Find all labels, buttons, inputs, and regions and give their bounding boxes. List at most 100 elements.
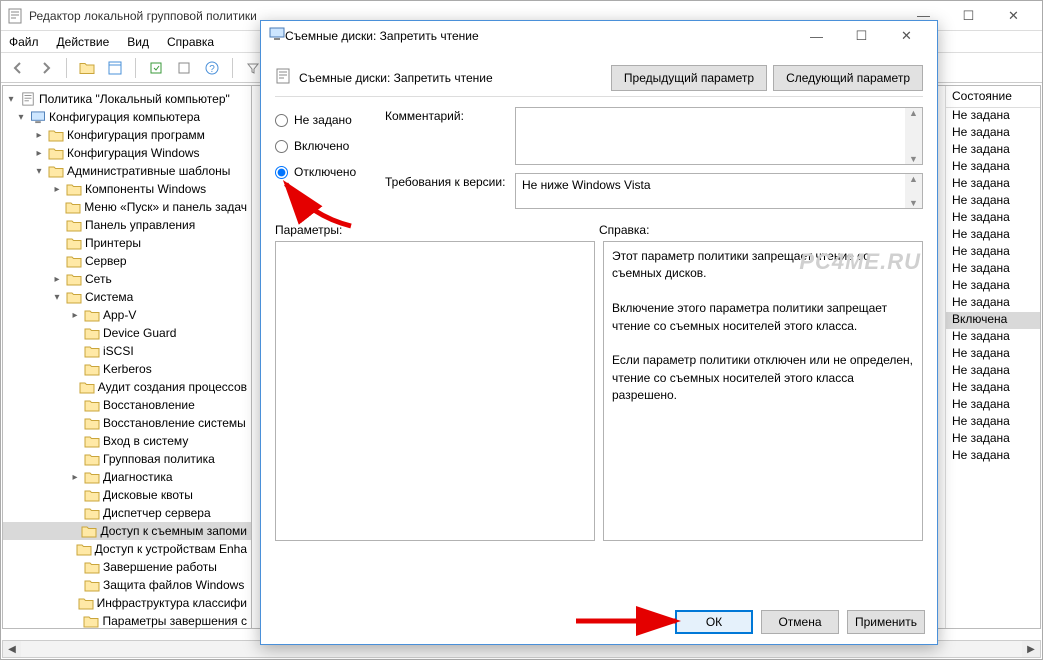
- tree-twist-icon[interactable]: ▾: [33, 166, 45, 177]
- state-column-header[interactable]: Состояние: [946, 86, 1040, 108]
- scroll-left-button[interactable]: ◀: [3, 641, 21, 657]
- parameters-box[interactable]: [275, 241, 595, 541]
- tree-item[interactable]: ▸ Сеть: [3, 270, 251, 288]
- tree-item[interactable]: ▸Конфигурация Windows: [3, 144, 251, 162]
- tree-twist-icon[interactable]: ▸: [51, 184, 63, 195]
- tree-twist-icon[interactable]: ▾: [51, 292, 63, 303]
- state-value[interactable]: Не задана: [946, 329, 1040, 346]
- ok-button[interactable]: ОК: [675, 610, 753, 634]
- state-value[interactable]: Не задана: [946, 244, 1040, 261]
- state-value[interactable]: Не задана: [946, 414, 1040, 431]
- state-value[interactable]: Не задана: [946, 193, 1040, 210]
- tree-item[interactable]: Дисковые квоты: [3, 486, 251, 504]
- tree-twist-icon[interactable]: ▸: [69, 310, 81, 321]
- requirements-textarea[interactable]: Не ниже Windows Vista ▲▼: [515, 173, 923, 209]
- state-value[interactable]: Не задана: [946, 159, 1040, 176]
- menu-view[interactable]: Вид: [127, 35, 149, 49]
- dialog-minimize-button[interactable]: —: [794, 22, 839, 50]
- toolbar-forward-button[interactable]: [35, 57, 57, 79]
- state-value[interactable]: Не задана: [946, 363, 1040, 380]
- tree-item[interactable]: Панель управления: [3, 216, 251, 234]
- tree-item[interactable]: ▸ App-V: [3, 306, 251, 324]
- state-value[interactable]: Не задана: [946, 448, 1040, 465]
- tree-item[interactable]: Device Guard: [3, 324, 251, 342]
- state-value[interactable]: Не задана: [946, 346, 1040, 363]
- tree-item[interactable]: Завершение работы: [3, 558, 251, 576]
- tree-item[interactable]: Меню «Пуск» и панель задач: [3, 198, 251, 216]
- toolbar-back-button[interactable]: [7, 57, 29, 79]
- radio-not-configured[interactable]: Не задано: [275, 107, 385, 133]
- next-setting-button[interactable]: Следующий параметр: [773, 65, 923, 91]
- state-value[interactable]: Не задана: [946, 397, 1040, 414]
- tree-item[interactable]: ▸Компоненты Windows: [3, 180, 251, 198]
- toolbar-properties-button[interactable]: [173, 57, 195, 79]
- scroll-right-button[interactable]: ▶: [1022, 641, 1040, 657]
- tree-twist-icon[interactable]: ▸: [33, 148, 45, 159]
- tree-item[interactable]: Защита файлов Windows: [3, 576, 251, 594]
- tree-item[interactable]: Доступ к съемным запоми: [3, 522, 251, 540]
- tree-item-label: App-V: [103, 308, 136, 322]
- state-value[interactable]: Не задана: [946, 261, 1040, 278]
- state-value[interactable]: Не задана: [946, 108, 1040, 125]
- tree-item[interactable]: Диспетчер сервера: [3, 504, 251, 522]
- tree-item[interactable]: Восстановление: [3, 396, 251, 414]
- folder-icon: [66, 182, 82, 196]
- tree-root[interactable]: ▾ Политика "Локальный компьютер": [3, 90, 251, 108]
- folder-icon: [84, 578, 100, 592]
- state-value[interactable]: Не задана: [946, 176, 1040, 193]
- tree-item[interactable]: ▾Система: [3, 288, 251, 306]
- tree-twist-icon[interactable]: ▾: [15, 112, 27, 123]
- state-value[interactable]: Включена: [946, 312, 1040, 329]
- comment-textarea[interactable]: ▲▼: [515, 107, 923, 165]
- tree-item[interactable]: Инфраструктура классифи: [3, 594, 251, 612]
- previous-setting-button[interactable]: Предыдущий параметр: [611, 65, 767, 91]
- tree-twist-icon[interactable]: ▸: [33, 130, 45, 141]
- toolbar-up-button[interactable]: [76, 57, 98, 79]
- tree-item[interactable]: ▾Конфигурация компьютера: [3, 108, 251, 126]
- radio-disabled[interactable]: Отключено: [275, 159, 385, 185]
- dialog-title: Съемные диски: Запретить чтение: [285, 29, 794, 43]
- tree-twist-icon[interactable]: ▸: [69, 472, 81, 483]
- tree-item[interactable]: Принтеры: [3, 234, 251, 252]
- toolbar-help-button[interactable]: ?: [201, 57, 223, 79]
- state-value[interactable]: Не задана: [946, 431, 1040, 448]
- apply-button[interactable]: Применить: [847, 610, 925, 634]
- tree-item[interactable]: Вход в систему: [3, 432, 251, 450]
- tree-item[interactable]: Аудит создания процессов: [3, 378, 251, 396]
- radio-enabled[interactable]: Включено: [275, 133, 385, 159]
- folder-icon: [84, 344, 100, 358]
- state-value[interactable]: Не задана: [946, 380, 1040, 397]
- dialog-close-button[interactable]: ✕: [884, 22, 929, 50]
- menu-file[interactable]: Файл: [9, 35, 39, 49]
- tree-item[interactable]: ▸Диагностика: [3, 468, 251, 486]
- state-value[interactable]: Не задана: [946, 278, 1040, 295]
- tree-item[interactable]: Групповая политика: [3, 450, 251, 468]
- menu-action[interactable]: Действие: [57, 35, 110, 49]
- state-value[interactable]: Не задана: [946, 227, 1040, 244]
- folder-icon: [83, 614, 99, 628]
- state-value[interactable]: Не задана: [946, 125, 1040, 142]
- tree-twist-icon[interactable]: ▸: [51, 274, 63, 285]
- help-box[interactable]: Этот параметр политики запрещает чтение …: [603, 241, 923, 541]
- dialog-maximize-button[interactable]: ☐: [839, 22, 884, 50]
- tree-item[interactable]: iSCSI: [3, 342, 251, 360]
- main-close-button[interactable]: ✕: [991, 2, 1036, 30]
- tree-twist-icon[interactable]: ▾: [5, 94, 17, 105]
- state-value[interactable]: Не задана: [946, 295, 1040, 312]
- tree-item-label: Сеть: [85, 272, 112, 286]
- tree-item[interactable]: Сервер: [3, 252, 251, 270]
- tree-item[interactable]: ▾Административные шаблоны: [3, 162, 251, 180]
- tree-item[interactable]: Доступ к устройствам Enha: [3, 540, 251, 558]
- tree-item[interactable]: ▸Конфигурация программ: [3, 126, 251, 144]
- tree-item[interactable]: Kerberos: [3, 360, 251, 378]
- main-maximize-button[interactable]: ☐: [946, 2, 991, 30]
- tree-item[interactable]: Параметры завершения с: [3, 612, 251, 629]
- policy-tree[interactable]: ▾ Политика "Локальный компьютер" ▾Конфиг…: [2, 85, 252, 629]
- state-value[interactable]: Не задана: [946, 210, 1040, 227]
- state-value[interactable]: Не задана: [946, 142, 1040, 159]
- cancel-button[interactable]: Отмена: [761, 610, 839, 634]
- toolbar-show-hide-button[interactable]: [104, 57, 126, 79]
- toolbar-export-button[interactable]: [145, 57, 167, 79]
- menu-help[interactable]: Справка: [167, 35, 214, 49]
- tree-item[interactable]: Восстановление системы: [3, 414, 251, 432]
